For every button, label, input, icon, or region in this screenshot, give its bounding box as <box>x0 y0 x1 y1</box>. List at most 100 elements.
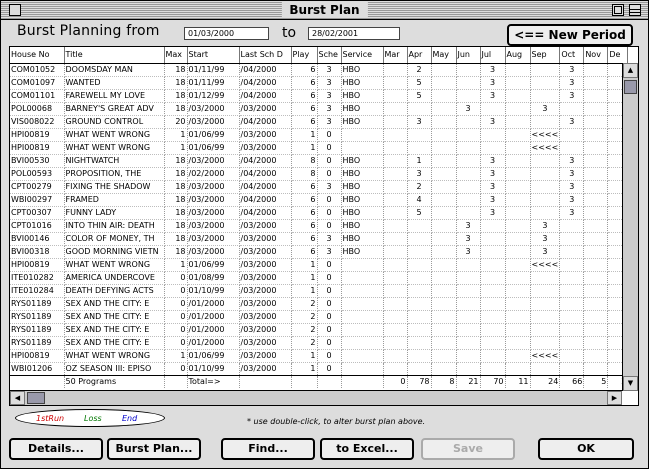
cell-max[interactable]: 18 <box>164 89 188 103</box>
cell-nov[interactable] <box>583 323 609 337</box>
cell-play[interactable]: 1 <box>291 141 318 155</box>
cell-sche[interactable]: 3 <box>317 245 342 259</box>
cell-nov[interactable] <box>583 115 609 129</box>
cell-aug[interactable] <box>505 310 531 324</box>
cell-mar[interactable] <box>383 297 408 311</box>
cell-start[interactable]: /02/2000 <box>187 167 240 181</box>
cell-jul[interactable]: 3 <box>480 167 506 181</box>
cell-apr[interactable]: 2 <box>407 63 432 77</box>
to-date-field[interactable]: 28/02/2001 <box>308 27 400 40</box>
cell-may[interactable] <box>431 219 457 233</box>
cell-aug[interactable] <box>505 284 531 298</box>
cell-nov[interactable] <box>583 219 609 233</box>
cell-service[interactable] <box>341 349 384 363</box>
cell-may[interactable] <box>431 167 457 181</box>
cell-mar[interactable] <box>383 102 408 116</box>
table-row[interactable]: HPI00819 WHAT WENT WRONG 1 01/06/99/03/2000… <box>10 141 629 155</box>
horizontal-scroll-thumb[interactable] <box>27 392 45 404</box>
cell-sche[interactable]: 0 <box>317 336 342 350</box>
cell-aug[interactable] <box>505 232 531 246</box>
table-row[interactable]: COM01097 WANTED 18 01/11/99/04/2000 6 3 HBO 5 3 3 <box>10 76 629 90</box>
cell-jul[interactable] <box>480 336 506 350</box>
cell-house[interactable]: RYS01189 <box>10 297 65 311</box>
cell-oct[interactable]: 3 <box>559 63 585 77</box>
cell-sche[interactable]: 3 <box>317 76 342 90</box>
cell-max[interactable]: 18 <box>164 180 188 194</box>
cell-jun[interactable] <box>456 141 481 155</box>
cell-jun[interactable] <box>456 115 481 129</box>
collapse-box-icon[interactable] <box>629 4 641 16</box>
cell-jul[interactable] <box>480 297 506 311</box>
cell-jul[interactable] <box>480 128 506 142</box>
cell-jul[interactable]: 3 <box>480 115 506 129</box>
cell-mar[interactable] <box>383 141 408 155</box>
cell-mar[interactable] <box>383 362 408 376</box>
cell-start[interactable]: /01/2000 <box>187 297 240 311</box>
cell-start[interactable]: /03/2000 <box>187 245 240 259</box>
cell-service[interactable] <box>341 362 384 376</box>
cell-title[interactable]: SEX AND THE CITY: E <box>64 323 165 337</box>
cell-play[interactable]: 1 <box>291 284 318 298</box>
cell-mar[interactable] <box>383 206 408 220</box>
cell-max[interactable]: 18 <box>164 245 188 259</box>
cell-may[interactable] <box>431 310 457 324</box>
cell-max[interactable]: 18 <box>164 167 188 181</box>
column-header[interactable]: Mar <box>383 47 408 64</box>
cell-service[interactable] <box>341 141 384 155</box>
cell-last[interactable]: /03/2000 <box>239 323 292 337</box>
cell-max[interactable]: 0 <box>164 310 188 324</box>
cell-play[interactable]: 6 <box>291 115 318 129</box>
cell-jul[interactable]: 3 <box>480 63 506 77</box>
cell-service[interactable]: HBO <box>341 232 384 246</box>
cell-apr[interactable] <box>407 219 432 233</box>
cell-jul[interactable]: 3 <box>480 76 506 90</box>
cell-jun[interactable]: 3 <box>456 232 481 246</box>
cell-start[interactable]: /03/2000 <box>187 115 240 129</box>
cell-apr[interactable] <box>407 258 432 272</box>
cell-play[interactable]: 2 <box>291 336 318 350</box>
cell-start[interactable]: /03/2000 <box>187 193 240 207</box>
cell-may[interactable] <box>431 154 457 168</box>
cell-play[interactable]: 6 <box>291 232 318 246</box>
cell-may[interactable] <box>431 297 457 311</box>
cell-sep[interactable]: <<<< <box>530 128 561 142</box>
table-row[interactable]: ITE010284 DEATH DEFYING ACTS 0 01/10/99/03/… <box>10 284 629 298</box>
cell-last[interactable]: /04/2000 <box>239 193 292 207</box>
cell-jul[interactable] <box>480 258 506 272</box>
cell-aug[interactable] <box>505 115 531 129</box>
cell-jun[interactable]: 3 <box>456 219 481 233</box>
details-button[interactable]: Details... <box>9 438 103 460</box>
cell-jul[interactable] <box>480 362 506 376</box>
cell-aug[interactable] <box>505 89 531 103</box>
cell-apr[interactable]: 5 <box>407 206 432 220</box>
cell-oct[interactable]: 3 <box>559 76 585 90</box>
cell-max[interactable]: 18 <box>164 206 188 220</box>
cell-nov[interactable] <box>583 193 609 207</box>
cell-mar[interactable] <box>383 63 408 77</box>
cell-title[interactable]: SEX AND THE CITY: E <box>64 336 165 350</box>
cell-title[interactable]: GOOD MORNING VIETN <box>64 245 165 259</box>
cell-start[interactable]: /01/2000 <box>187 336 240 350</box>
cell-title[interactable]: BARNEY'S GREAT ADV <box>64 102 165 116</box>
zoom-box-icon[interactable] <box>612 4 624 16</box>
cell-last[interactable]: /03/2000 <box>239 219 292 233</box>
cell-nov[interactable] <box>583 102 609 116</box>
cell-jun[interactable] <box>456 128 481 142</box>
cell-jul[interactable] <box>480 219 506 233</box>
cell-mar[interactable] <box>383 232 408 246</box>
cell-sep[interactable] <box>530 89 561 103</box>
cell-last[interactable]: /04/2000 <box>239 180 292 194</box>
cell-title[interactable]: INTO THIN AIR: DEATH <box>64 219 165 233</box>
cell-title[interactable]: COLOR OF MONEY, TH <box>64 232 165 246</box>
table-row[interactable]: HPI00819 WHAT WENT WRONG 1 01/06/99/03/2000… <box>10 349 629 363</box>
cell-nov[interactable] <box>583 349 609 363</box>
cell-house[interactable]: BVI00530 <box>10 154 65 168</box>
cell-sche[interactable]: 3 <box>317 102 342 116</box>
from-date-field[interactable]: 01/03/2000 <box>184 27 269 40</box>
column-header[interactable]: Oct <box>559 47 585 64</box>
cell-house[interactable]: RYS01189 <box>10 310 65 324</box>
cell-jul[interactable]: 3 <box>480 193 506 207</box>
scroll-right-arrow-icon[interactable]: ▶ <box>607 391 622 405</box>
column-header[interactable]: Max <box>164 47 188 64</box>
vertical-scrollbar[interactable]: ▲ ▼ <box>622 63 638 391</box>
